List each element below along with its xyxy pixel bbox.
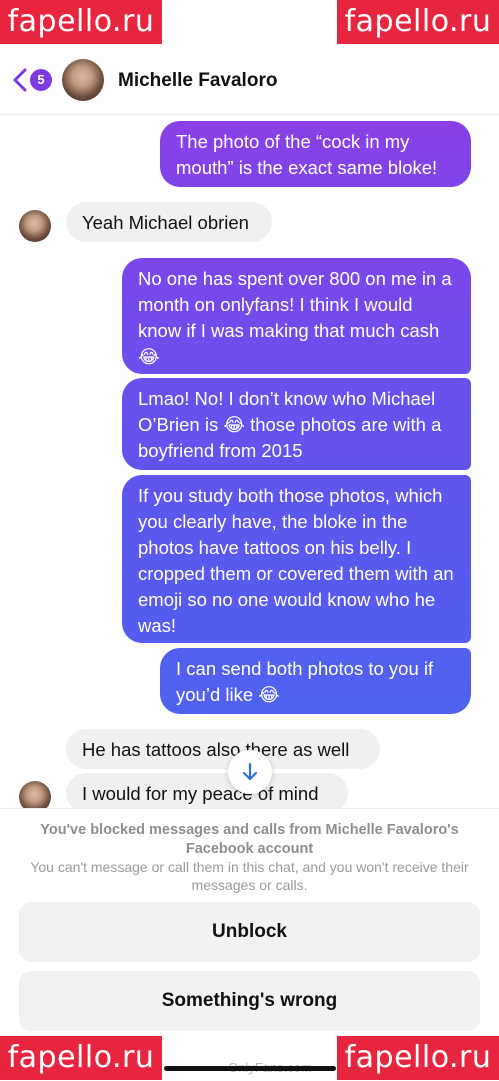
- message-bubble-incoming[interactable]: I would for my peace of mind: [66, 773, 348, 813]
- arrow-down-icon: [242, 762, 258, 781]
- back-button[interactable]: 5: [12, 64, 54, 96]
- chevron-left-icon: [13, 68, 27, 92]
- message-bubble-outgoing[interactable]: If you study both those photos, which yo…: [122, 475, 471, 643]
- unblock-button[interactable]: Unblock: [19, 902, 480, 962]
- chat-header: 5 Michelle Favaloro: [0, 48, 499, 115]
- contact-avatar[interactable]: [62, 59, 104, 101]
- message-bubble-outgoing[interactable]: Lmao! No! I don’t know who Michael O’Bri…: [122, 378, 471, 470]
- sender-avatar: [19, 210, 51, 242]
- contact-name[interactable]: Michelle Favaloro: [118, 70, 277, 92]
- blocked-notice-title: You've blocked messages and calls from M…: [40, 822, 459, 857]
- message-bubble-outgoing[interactable]: The photo of the “cock in my mouth” is t…: [160, 121, 471, 187]
- watermark-top-left: fapello.ru: [0, 0, 162, 44]
- message-bubble-outgoing[interactable]: I can send both photos to you if you’d l…: [160, 648, 471, 714]
- blocked-notice-subtitle: You can't message or call them in this c…: [30, 859, 469, 893]
- message-bubble-incoming[interactable]: Yeah Michael obrien: [66, 202, 272, 242]
- home-indicator[interactable]: [164, 1066, 336, 1071]
- message-bubble-incoming[interactable]: He has tattoos also there as well: [66, 729, 380, 769]
- watermark-top-right: fapello.ru: [337, 0, 499, 44]
- something-wrong-button[interactable]: Something's wrong: [19, 971, 480, 1031]
- watermark-bottom-left: fapello.ru: [0, 1036, 162, 1080]
- scroll-to-bottom-button[interactable]: [228, 750, 272, 794]
- watermark-bottom-right: fapello.ru: [337, 1036, 499, 1080]
- unread-count-badge: 5: [30, 69, 52, 91]
- message-bubble-outgoing[interactable]: No one has spent over 800 on me in a mon…: [122, 258, 471, 374]
